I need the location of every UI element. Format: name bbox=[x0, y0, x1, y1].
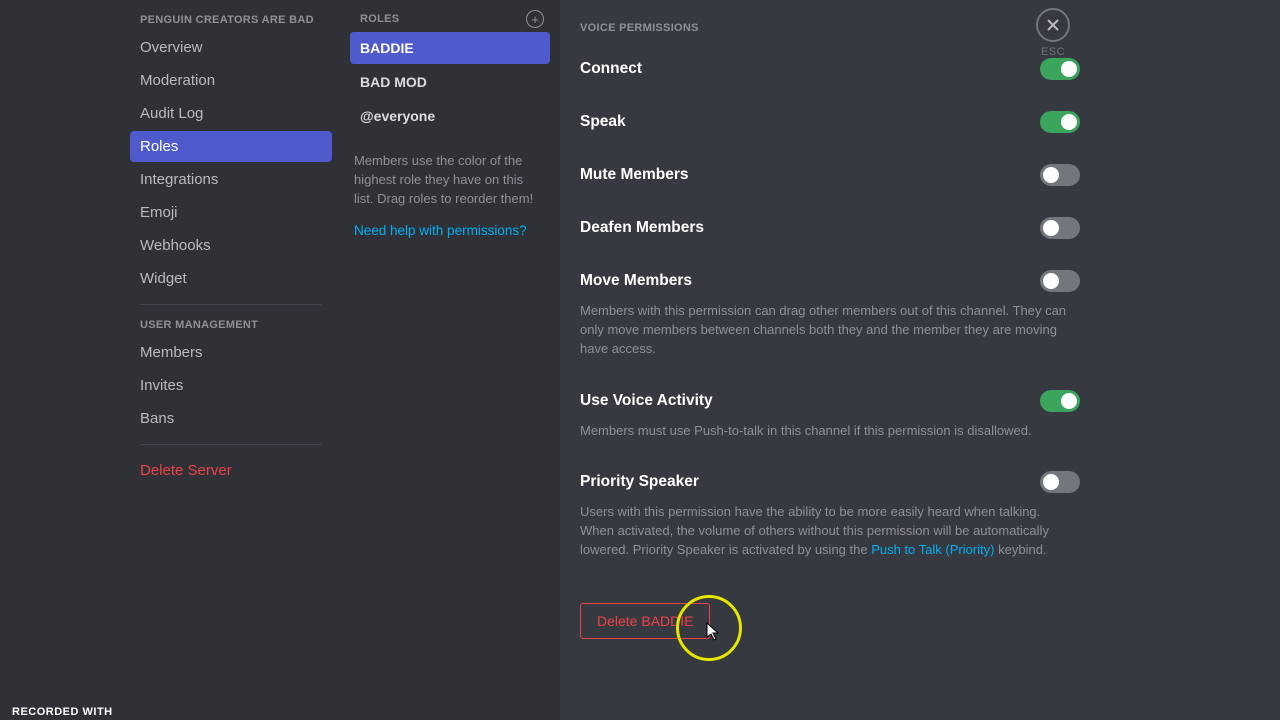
delete-role-button[interactable]: Delete BADDIE bbox=[580, 603, 710, 639]
permissions-help-link[interactable]: Need help with permissions? bbox=[350, 209, 550, 238]
permission-description: Users with this permission have the abil… bbox=[580, 493, 1080, 560]
permission-row: Mute Members bbox=[580, 150, 1080, 203]
close-button[interactable] bbox=[1036, 8, 1070, 42]
role-item[interactable]: BAD MOD bbox=[350, 66, 550, 98]
permission-toggle[interactable] bbox=[1040, 164, 1080, 186]
divider bbox=[140, 304, 322, 305]
delete-server-button[interactable]: Delete Server bbox=[130, 455, 332, 486]
permission-description: Members with this permission can drag ot… bbox=[580, 292, 1080, 359]
permission-row: Use Voice Activity Members must use Push-… bbox=[580, 376, 1080, 458]
permission-title: Move Members bbox=[580, 272, 692, 290]
sidebar-item-emoji[interactable]: Emoji bbox=[130, 197, 332, 228]
sidebar-item-moderation[interactable]: Moderation bbox=[130, 65, 332, 96]
role-item[interactable]: BADDIE bbox=[350, 32, 550, 64]
sidebar-item-invites[interactable]: Invites bbox=[130, 370, 332, 401]
sidebar-item-members[interactable]: Members bbox=[130, 337, 332, 368]
permission-row: Priority Speaker Users with this permissi… bbox=[580, 457, 1080, 577]
sidebar-item-integrations[interactable]: Integrations bbox=[130, 164, 332, 195]
permission-title: Speak bbox=[580, 113, 626, 131]
role-item[interactable]: @everyone bbox=[350, 100, 550, 132]
sidebar-item-widget[interactable]: Widget bbox=[130, 263, 332, 294]
permission-title: Connect bbox=[580, 60, 642, 78]
permission-row: Deafen Members bbox=[580, 203, 1080, 256]
voice-permissions-heading: VOICE PERMISSIONS bbox=[580, 10, 1080, 44]
sidebar-item-roles[interactable]: Roles bbox=[130, 131, 332, 162]
roles-help-text: Members use the color of the highest rol… bbox=[350, 134, 550, 209]
roles-heading: ROLES bbox=[360, 13, 399, 25]
permission-toggle[interactable] bbox=[1040, 58, 1080, 80]
close-icon bbox=[1045, 17, 1061, 33]
server-name-heading: PENGUIN CREATORS ARE BAD bbox=[130, 10, 332, 32]
permission-toggle[interactable] bbox=[1040, 111, 1080, 133]
sidebar-item-bans[interactable]: Bans bbox=[130, 403, 332, 434]
permission-row: Connect bbox=[580, 44, 1080, 97]
divider bbox=[140, 444, 322, 445]
permission-description: Members must use Push-to-talk in this ch… bbox=[580, 412, 1080, 441]
permission-row: Move Members Members with this permission… bbox=[580, 256, 1080, 376]
permission-title: Priority Speaker bbox=[580, 473, 699, 491]
user-management-heading: USER MANAGEMENT bbox=[130, 315, 332, 337]
settings-sidebar: PENGUIN CREATORS ARE BAD OverviewModerat… bbox=[0, 0, 340, 720]
permission-row: Speak bbox=[580, 97, 1080, 150]
sidebar-item-webhooks[interactable]: Webhooks bbox=[130, 230, 332, 261]
permission-toggle[interactable] bbox=[1040, 217, 1080, 239]
add-role-icon[interactable]: + bbox=[526, 10, 544, 28]
sidebar-item-overview[interactable]: Overview bbox=[130, 32, 332, 63]
permission-toggle[interactable] bbox=[1040, 471, 1080, 493]
permissions-panel: VOICE PERMISSIONS Connect Speak Mute Membe… bbox=[560, 0, 1280, 720]
permission-toggle[interactable] bbox=[1040, 390, 1080, 412]
close-area: ESC bbox=[1036, 8, 1070, 58]
push-to-talk-priority-link[interactable]: Push to Talk (Priority) bbox=[871, 542, 994, 557]
recorded-with-watermark: RECORDED WITH bbox=[12, 706, 113, 718]
sidebar-item-audit-log[interactable]: Audit Log bbox=[130, 98, 332, 129]
roles-column: ROLES + BADDIEBAD MOD@everyone Members u… bbox=[340, 0, 560, 720]
close-label: ESC bbox=[1036, 46, 1070, 58]
permission-title: Deafen Members bbox=[580, 219, 704, 237]
permission-title: Mute Members bbox=[580, 166, 689, 184]
permission-title: Use Voice Activity bbox=[580, 392, 713, 410]
permission-toggle[interactable] bbox=[1040, 270, 1080, 292]
